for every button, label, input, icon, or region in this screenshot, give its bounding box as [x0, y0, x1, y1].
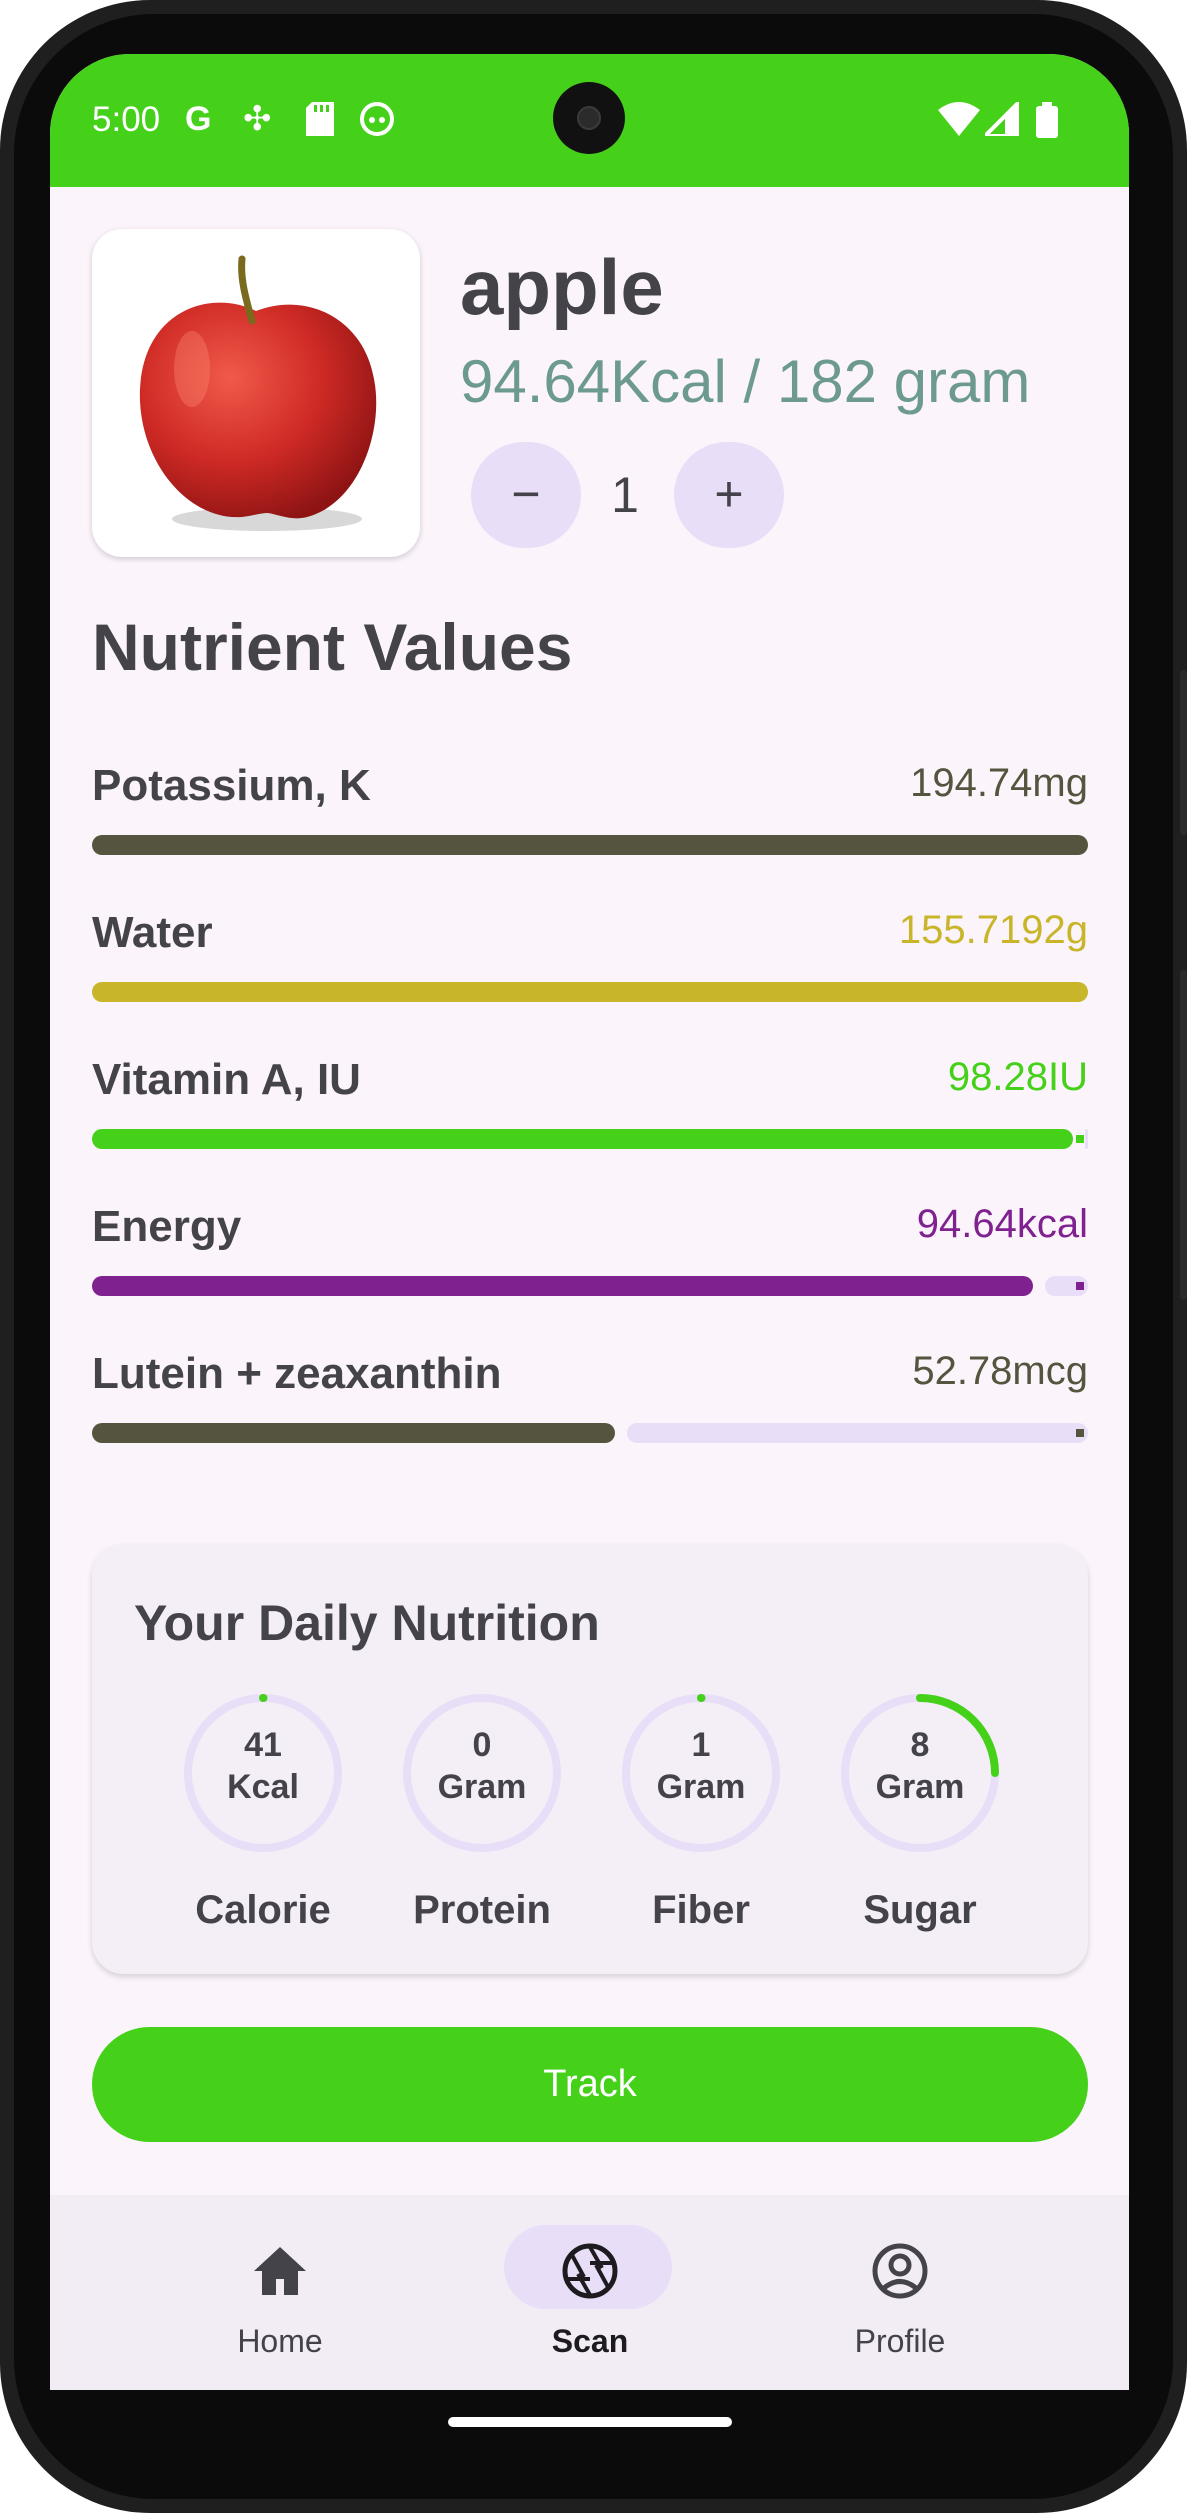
app-screen: 5:00 G ✣ apple 94.64Kcal / 182 gram − 1 … [50, 54, 1129, 2390]
food-name: apple [460, 243, 664, 331]
quantity-value: 1 [611, 467, 639, 523]
track-button[interactable]: Track [92, 2027, 1088, 2142]
home-icon [254, 2247, 306, 2295]
calories-per-serving: 94.64Kcal / 182 gram [460, 348, 1031, 415]
increase-quantity-button[interactable]: + [674, 442, 784, 548]
camera-aperture-icon [562, 2243, 618, 2299]
fiber-label: Fiber [652, 1888, 750, 1932]
nutrient-label: Energy [92, 1202, 242, 1251]
food-image [92, 229, 420, 557]
nav-item-scan[interactable]: Scan [440, 2195, 740, 2390]
protein-unit: Gram [437, 1768, 527, 1806]
nutrient-values-title: Nutrient Values [92, 610, 573, 684]
nutrient-row: Energy 94.64kcal [92, 1202, 1088, 1302]
home-indicator[interactable] [448, 2417, 732, 2427]
sugar-label: Sugar [863, 1888, 977, 1932]
nav-item-profile[interactable]: Profile [750, 2195, 1050, 2390]
volume-button [1180, 670, 1187, 835]
status-time: 5:00 [92, 100, 161, 139]
nutrient-progress-bar [92, 1129, 1088, 1149]
nav-item-home[interactable]: Home [130, 2195, 430, 2390]
fiber-value: 1 [691, 1726, 711, 1764]
daily-nutrition-card: Your Daily Nutrition 41 Kcal Calorie 0 G… [92, 1544, 1088, 1974]
calorie-value: 41 [244, 1726, 282, 1764]
signal-icon [980, 97, 1021, 142]
nav-label-scan: Scan [551, 2323, 629, 2359]
android-face-icon [360, 102, 394, 142]
nutrient-progress-bar [92, 835, 1088, 855]
nutrient-value: 194.74mg [910, 761, 1088, 805]
nutrient-label: Potassium, K [92, 761, 371, 810]
sd-card-icon [306, 102, 334, 142]
battery-icon [1036, 102, 1058, 144]
status-bar: 5:00 G ✣ [50, 54, 1129, 187]
bottom-navigation: Home Scan Profile [50, 2195, 1129, 2390]
nutrient-progress-bar [92, 982, 1088, 1002]
nutrient-row: Lutein + zeaxanthin 52.78mcg [92, 1349, 1088, 1449]
protein-label: Protein [413, 1888, 551, 1932]
nutrient-value: 94.64kcal [916, 1202, 1088, 1246]
front-camera [553, 82, 625, 154]
calorie-label: Calorie [195, 1888, 331, 1932]
nutrient-value: 52.78mcg [912, 1349, 1088, 1393]
nutrient-value: 155.7192g [898, 908, 1088, 952]
decrease-quantity-button[interactable]: − [471, 442, 581, 548]
nutrient-progress-bar [92, 1423, 1088, 1443]
nutrient-row: Vitamin A, IU 98.28IU [92, 1055, 1088, 1155]
account-circle-icon [872, 2243, 928, 2299]
fiber-progress-ring: 1 Gram [618, 1690, 784, 1856]
daily-nutrition-title: Your Daily Nutrition [134, 1595, 600, 1651]
nutrient-row: Water 155.7192g [92, 908, 1088, 1008]
protein-progress-ring: 0 Gram [399, 1690, 565, 1856]
phone-frame: 5:00 G ✣ apple 94.64Kcal / 182 gram − 1 … [0, 0, 1187, 2513]
google-icon: G [185, 100, 212, 138]
nutrient-row: Potassium, K 194.74mg [92, 761, 1088, 861]
power-button [1180, 970, 1187, 1300]
nutrient-value: 98.28IU [947, 1055, 1088, 1099]
calorie-unit: Kcal [227, 1768, 299, 1806]
wifi-icon [938, 102, 980, 142]
calorie-progress-ring: 41 Kcal [180, 1690, 346, 1856]
nutrient-label: Vitamin A, IU [92, 1055, 361, 1104]
nutrient-label: Water [92, 908, 213, 957]
sugar-unit: Gram [875, 1768, 965, 1806]
nutrient-progress-bar [92, 1276, 1088, 1296]
sugar-progress-ring: 8 Gram [837, 1690, 1003, 1856]
sugar-value: 8 [910, 1726, 930, 1764]
fiber-unit: Gram [656, 1768, 746, 1806]
protein-value: 0 [472, 1726, 492, 1764]
nav-label-home: Home [237, 2323, 323, 2359]
nav-label-profile: Profile [854, 2323, 946, 2359]
pinwheel-icon: ✣ [243, 100, 272, 138]
nutrient-label: Lutein + zeaxanthin [92, 1349, 502, 1398]
